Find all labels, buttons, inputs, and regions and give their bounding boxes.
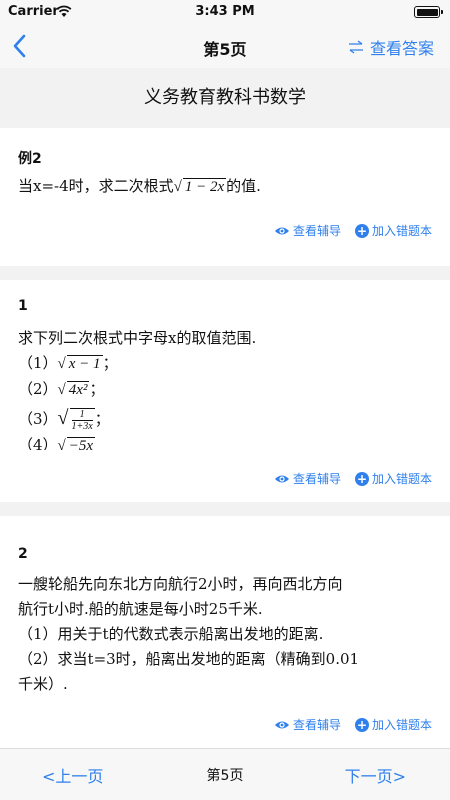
card-actions: 查看辅导 + 加入错题本: [260, 222, 432, 239]
bottom-pager: <上一页 第5页 下一页>: [0, 748, 450, 800]
swap-arrows-icon: [348, 40, 363, 54]
card-body: 求下列二次根式中字母x的取值范围. （1）√ x − 1； （2）√ 4x²； （3…: [18, 326, 436, 450]
status-time: 3:43 PM: [195, 4, 255, 19]
add-wrong-book-label: 加入错题本: [371, 224, 432, 238]
question-text: 求下列二次根式中字母x的取值范围.: [18, 329, 257, 347]
question-text: 的值.: [226, 177, 261, 195]
view-hint-label: 查看辅导: [292, 718, 341, 732]
question-text: 当x=-4时，求二次根式: [18, 177, 174, 195]
view-answer-label: 查看答案: [369, 39, 434, 58]
sqrt-expression: √ 1 − 2x: [173, 178, 227, 195]
add-wrong-book-button[interactable]: + 加入错题本: [354, 716, 432, 733]
view-hint-label: 查看辅导: [292, 224, 341, 238]
add-wrong-book-label: 加入错题本: [371, 718, 432, 732]
question-line: 航行t小时.船的航速是每小时25千米.: [18, 600, 263, 618]
eye-icon: [274, 227, 289, 234]
example-card: 例2 当x=-4时，求二次根式√ 1 − 2x 的值. 查看辅导 + 加入错题本: [0, 128, 450, 266]
eye-icon: [274, 721, 289, 728]
next-page-button[interactable]: 下一页>: [345, 763, 406, 787]
exercise-card: 2 一艘轮船先向东北方向航行2小时，再向西北方向 航行t小时.船的航速是每小时2…: [0, 516, 450, 748]
question-line: 一艘轮船先向东北方向航行2小时，再向西北方向: [18, 575, 343, 593]
card-label: 2: [18, 546, 28, 562]
exercise-card: 1 求下列二次根式中字母x的取值范围. （1）√ x − 1； （2）√ 4x²； …: [0, 280, 450, 502]
status-bar: Carrier 3:43 PM: [0, 0, 450, 24]
card-label: 例2: [18, 151, 42, 167]
plus-circle-icon: +: [354, 471, 369, 486]
question-line: 千米）.: [18, 675, 68, 693]
add-wrong-book-label: 加入错题本: [371, 472, 432, 486]
card-body: 当x=-4时，求二次根式√ 1 − 2x 的值.: [18, 174, 436, 200]
view-hint-button[interactable]: 查看辅导: [274, 222, 341, 239]
nav-bar: 第5页 查看答案: [0, 24, 450, 68]
sub-question: （4）√ −5x: [18, 433, 436, 450]
eye-icon: [274, 475, 289, 482]
view-hint-button[interactable]: 查看辅导: [274, 716, 341, 733]
view-hint-label: 查看辅导: [292, 472, 341, 486]
plus-circle-icon: +: [354, 717, 369, 732]
add-wrong-book-button[interactable]: + 加入错题本: [354, 222, 432, 239]
card-body: 一艘轮船先向东北方向航行2小时，再向西北方向 航行t小时.船的航速是每小时25千…: [18, 572, 436, 697]
view-answer-button[interactable]: 查看答案: [348, 35, 434, 59]
plus-circle-icon: +: [354, 223, 369, 238]
card-actions: 查看辅导 + 加入错题本: [260, 716, 432, 733]
sub-question: （2）√ 4x²；: [18, 380, 105, 398]
battery-icon: [414, 6, 443, 18]
sub-question: （3）√ 1 1+3x；: [18, 407, 110, 433]
card-actions: 查看辅导 + 加入错题本: [260, 470, 432, 487]
question-line: （1）用关于t的代数式表示船离出发地的距离.: [18, 625, 324, 643]
view-hint-button[interactable]: 查看辅导: [274, 470, 341, 487]
sub-question: （1）√ x − 1；: [18, 354, 118, 372]
add-wrong-book-button[interactable]: + 加入错题本: [354, 470, 432, 487]
card-label: 1: [18, 298, 28, 314]
book-title: 义务教育教科书数学: [0, 68, 450, 128]
question-line: （2）求当t=3时，船离出发地的距离（精确到0.01: [18, 650, 360, 668]
